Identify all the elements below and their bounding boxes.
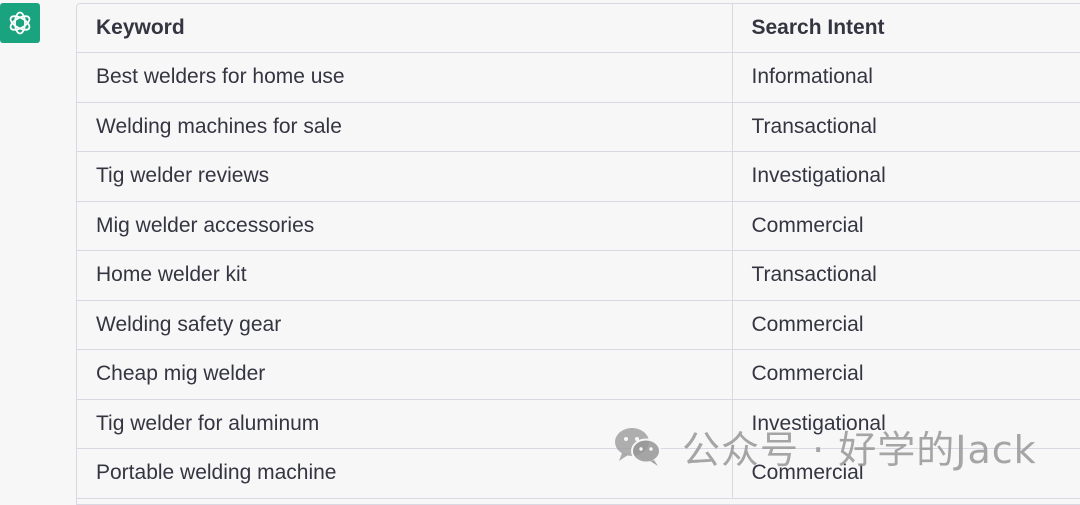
assistant-avatar — [0, 3, 40, 43]
search-intent-column-header: Search Intent — [731, 4, 1080, 53]
table-row: Cheap mig welder Commercial — [77, 349, 1080, 400]
table-row: Home welder kit Transactional — [77, 250, 1080, 301]
table-row: Portable welding machine Commercial — [77, 448, 1080, 499]
keyword-cell: Mig welder accessories — [77, 201, 732, 251]
intent-cell: Transactional — [731, 250, 1080, 301]
search-intent-table: Keyword Search Intent Best welders for h… — [76, 3, 1080, 505]
intent-cell: Transactional — [731, 102, 1080, 152]
keyword-cell: Home welder kit — [77, 250, 732, 301]
keyword-cell: Portable welding machine — [77, 448, 732, 499]
keyword-cell: Welding safety gear — [77, 300, 732, 350]
table-row: Welding safety gear Commercial — [77, 300, 1080, 350]
table-header-row: Keyword Search Intent — [77, 4, 1080, 53]
keyword-column-header: Keyword — [77, 4, 732, 53]
table-row: Best welders for home use Informational — [77, 52, 1080, 103]
intent-cell: Commercial — [731, 448, 1080, 499]
keyword-cell: Tig welder for aluminum — [77, 399, 732, 449]
table-row: Mig welder accessories Commercial — [77, 201, 1080, 251]
openai-logo-icon — [9, 11, 31, 35]
intent-cell: Commercial — [731, 300, 1080, 350]
table-row: Tig welder for aluminum Investigational — [77, 399, 1080, 449]
table-row: Tig welder reviews Investigational — [77, 151, 1080, 202]
intent-cell: Commercial — [731, 201, 1080, 251]
keyword-cell: Cheap mig welder — [77, 349, 732, 400]
keyword-cell: Tig welder reviews — [77, 151, 732, 202]
intent-cell: Investigational — [731, 399, 1080, 449]
table-row: Welding machines for sale Transactional — [77, 102, 1080, 152]
keyword-cell: Best welders for home use — [77, 52, 732, 103]
intent-cell: Commercial — [731, 349, 1080, 400]
intent-cell: Investigational — [731, 151, 1080, 202]
keyword-cell: Welding machines for sale — [77, 102, 732, 152]
intent-cell: Informational — [731, 52, 1080, 103]
